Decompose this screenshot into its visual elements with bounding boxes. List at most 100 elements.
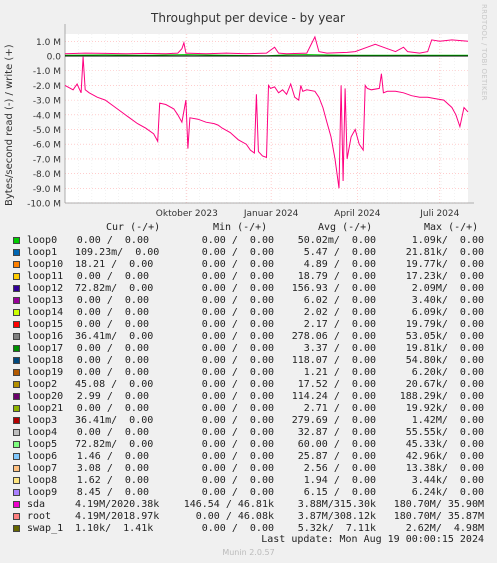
legend-name: loop15 xyxy=(27,319,64,330)
legend-min: 0.00 / 0.00 xyxy=(201,319,274,330)
legend-name: swap_1 xyxy=(27,523,64,534)
legend-max: 42.96k/ 0.00 xyxy=(405,451,484,462)
legend-max: 1.09k/ 0.00 xyxy=(411,235,484,246)
legend-max: 3.44k/ 0.00 xyxy=(411,475,484,486)
legend-name: loop12 xyxy=(27,283,64,294)
legend-avg: 118.07 / 0.00 xyxy=(291,355,376,366)
legend-min: 0.00 / 0.00 xyxy=(201,391,274,402)
legend-header-max: Max (-/+) xyxy=(424,222,479,233)
legend-cur: 0.00 / 0.00 xyxy=(76,427,149,438)
legend-header-min: Min (-/+) xyxy=(213,222,268,233)
legend-min: 0.00 / 0.00 xyxy=(201,487,274,498)
legend-min: 0.00 / 0.00 xyxy=(201,475,274,486)
legend-max: 19.81k/ 0.00 xyxy=(405,343,484,354)
y-tick-label: -10.0 M xyxy=(27,200,61,210)
legend-swatch xyxy=(13,237,20,244)
legend-row: loop20 2.99 / 0.00 0.00 / 0.00 114.24 / 0.0… xyxy=(0,391,497,403)
legend-avg: 3.87M/308.12k xyxy=(297,511,376,522)
legend-max: 6.09k/ 0.00 xyxy=(411,307,484,318)
x-tick-label: Januar 2024 xyxy=(243,209,299,219)
legend-swatch xyxy=(13,393,20,400)
legend-min: 0.00 / 0.00 xyxy=(201,403,274,414)
legend-name: loop17 xyxy=(27,343,64,354)
legend-row: loop9 8.45 / 0.00 0.00 / 0.00 6.15 / 0.00 6.… xyxy=(0,487,497,499)
legend-avg: 17.52 / 0.00 xyxy=(297,379,376,390)
legend-name: loop4 xyxy=(27,427,58,438)
legend-max: 2.62M/ 4.98M xyxy=(405,523,484,534)
y-tick-label: -5.0 M xyxy=(33,126,61,136)
legend-cur: 0.00 / 0.00 xyxy=(76,355,149,366)
legend-avg: 3.37 / 0.00 xyxy=(303,343,376,354)
legend-cur: 0.00 / 0.00 xyxy=(76,367,149,378)
legend-name: loop3 xyxy=(27,415,58,426)
legend-min: 0.00 / 0.00 xyxy=(201,379,274,390)
legend-swatch xyxy=(13,405,20,412)
legend-row: loop0 0.00 / 0.00 0.00 / 0.00 50.02m/ 0.00 1… xyxy=(0,235,497,247)
y-tick-label: -9.0 M xyxy=(33,185,61,195)
legend-max: 3.40k/ 0.00 xyxy=(411,295,484,306)
legend-name: loop6 xyxy=(27,451,58,462)
legend-row: loop2 45.08 / 0.00 0.00 / 0.00 17.52 / 0.00… xyxy=(0,379,497,391)
legend-cur: 0.00 / 0.00 xyxy=(76,295,149,306)
legend-name: loop13 xyxy=(27,295,64,306)
legend-cur: 109.23m/ 0.00 xyxy=(75,247,160,258)
legend-name: loop10 xyxy=(27,259,64,270)
legend-row: loop21 0.00 / 0.00 0.00 / 0.00 2.71 / 0.00 1… xyxy=(0,403,497,415)
legend-avg: 3.88M/315.30k xyxy=(297,499,376,510)
legend-name: loop9 xyxy=(27,487,58,498)
legend-name: loop19 xyxy=(27,367,64,378)
legend-name: loop2 xyxy=(27,379,58,390)
legend-swatch xyxy=(13,477,20,484)
y-tick-label: 0.0 xyxy=(47,53,62,63)
y-tick-label: -2.0 M xyxy=(33,82,61,92)
legend-max: 188.29k/ 0.00 xyxy=(399,391,484,402)
legend-avg: 2.71 / 0.00 xyxy=(303,403,376,414)
legend-cur: 8.45 / 0.00 xyxy=(76,487,149,498)
legend-avg: 60.00 / 0.00 xyxy=(297,439,376,450)
legend-swatch xyxy=(13,501,20,508)
legend-swatch xyxy=(13,429,20,436)
legend-row: loop8 1.62 / 0.00 0.00 / 0.00 1.94 / 0.00 3.… xyxy=(0,475,497,487)
y-tick-label: -7.0 M xyxy=(33,155,61,165)
legend-cur: 18.21 / 0.00 xyxy=(75,259,154,270)
legend-cur: 0.00 / 0.00 xyxy=(76,271,149,282)
legend-swatch xyxy=(13,369,20,376)
legend-min: 0.00 / 0.00 xyxy=(201,427,274,438)
legend-max: 19.77k/ 0.00 xyxy=(405,259,484,270)
legend-cur: 1.10k/ 1.41k xyxy=(75,523,154,534)
legend-min: 0.00 / 0.00 xyxy=(201,259,274,270)
legend-row: loop11 0.00 / 0.00 0.00 / 0.00 18.79 / 0.00… xyxy=(0,271,497,283)
legend-min: 0.00 / 0.00 xyxy=(201,523,274,534)
y-tick-label: -6.0 M xyxy=(33,141,61,151)
legend-swatch xyxy=(13,525,20,532)
legend-row: loop15 0.00 / 0.00 0.00 / 0.00 2.17 / 0.00 1… xyxy=(0,319,497,331)
legend-cur: 0.00 / 0.00 xyxy=(76,307,149,318)
legend-avg: 279.69 / 0.00 xyxy=(291,415,376,426)
legend-max: 20.67k/ 0.00 xyxy=(405,379,484,390)
legend-swatch xyxy=(13,285,20,292)
legend-max: 55.55k/ 0.00 xyxy=(405,427,484,438)
legend-cur: 36.41m/ 0.00 xyxy=(75,415,154,426)
legend-swatch xyxy=(13,453,20,460)
legend-avg: 2.02 / 0.00 xyxy=(303,307,376,318)
legend-max: 180.70M/ 35.87M xyxy=(393,511,484,522)
legend-cur: 4.19M/2018.97k xyxy=(75,511,160,522)
legend-swatch xyxy=(13,465,20,472)
x-tick-label: Juli 2024 xyxy=(419,209,459,219)
legend-min: 0.00 / 0.00 xyxy=(201,283,274,294)
legend-swatch xyxy=(13,345,20,352)
legend-avg: 156.93 / 0.00 xyxy=(291,283,376,294)
legend-max: 19.92k/ 0.00 xyxy=(405,403,484,414)
y-tick-label: -8.0 M xyxy=(33,170,61,180)
legend-row: sda 4.19M/2020.38k 146.54 / 46.81k 3.88M/31… xyxy=(0,499,497,511)
x-tick-label: Oktober 2023 xyxy=(156,209,218,219)
legend-swatch xyxy=(13,333,20,340)
legend-max: 6.24k/ 0.00 xyxy=(411,487,484,498)
legend-swatch xyxy=(13,249,20,256)
legend-min: 0.00 / 0.00 xyxy=(201,415,274,426)
y-tick-label: 1.0 M xyxy=(36,38,61,48)
legend-min: 0.00 / 0.00 xyxy=(201,451,274,462)
legend-cur: 45.08 / 0.00 xyxy=(75,379,154,390)
legend-name: loop7 xyxy=(27,463,58,474)
legend-min: 0.00 / 0.00 xyxy=(201,463,274,474)
